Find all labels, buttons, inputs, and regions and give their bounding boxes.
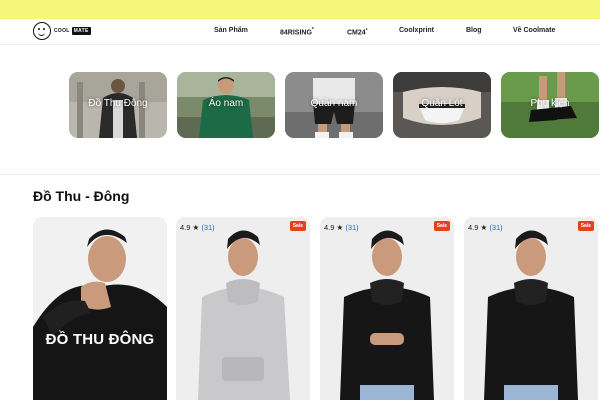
nav-item-marker: • — [365, 27, 368, 33]
product-photo — [176, 217, 310, 400]
product-rating: 4.9 ★ (31) — [180, 223, 215, 232]
review-count[interactable]: (31) — [345, 223, 358, 232]
review-count[interactable]: (31) — [201, 223, 214, 232]
coolmate-logo[interactable]: COOL MATE — [33, 22, 91, 40]
nav-item-84rising[interactable]: 84RISING* — [280, 27, 314, 36]
sale-badge: Sale — [577, 221, 594, 231]
category-tile-ao-nam[interactable]: Áo nam — [177, 72, 275, 138]
logo-wordmark: COOL MATE — [54, 27, 91, 35]
nav-item-coolxprint[interactable]: Coolxprint — [399, 27, 434, 34]
rating-value: 4.9 ★ — [324, 223, 344, 232]
nav-item-ve-coolmate[interactable]: Về Coolmate — [513, 27, 555, 34]
nav-item-cm24[interactable]: CM24• — [347, 27, 367, 36]
category-tile-phu-kien[interactable]: Phụ kiện — [501, 72, 599, 138]
nav-item-san-pham[interactable]: Sản Phẩm — [214, 27, 248, 34]
product-photo — [320, 217, 454, 400]
banner-title: ĐỒ THU ĐÔNG — [45, 331, 155, 348]
product-card[interactable]: 4.9 ★ (31) Sale — [176, 217, 310, 400]
logo-badge: MATE — [71, 27, 91, 35]
category-tile-quan-nam[interactable]: Quần nam — [285, 72, 383, 138]
product-card[interactable]: 4.9 ★ (31) Sale — [320, 217, 454, 400]
category-label: Quần Lót — [421, 98, 463, 109]
smiley-logo-icon — [33, 22, 51, 40]
product-rating: 4.9 ★ (31) — [468, 223, 503, 232]
nav-item-label: CM24 — [347, 29, 366, 37]
nav-item-blog[interactable]: Blog — [466, 27, 482, 34]
category-label: Áo nam — [208, 98, 244, 109]
logo-text: COOL — [54, 28, 70, 34]
category-label: Quần nam — [310, 98, 358, 109]
rating-value: 4.9 ★ — [468, 223, 488, 232]
announcement-bar — [0, 0, 600, 19]
category-label: Phụ kiện — [530, 98, 570, 109]
category-row: Đồ Thu Đông Áo nam Quần nam Quần Lót Phụ… — [69, 72, 599, 138]
sale-badge: Sale — [289, 221, 306, 231]
nav-item-label: 84RISING — [280, 29, 312, 37]
section-title: Đồ Thu - Đông — [33, 188, 130, 204]
product-photo — [464, 217, 598, 400]
category-tile-do-thu-dong[interactable]: Đồ Thu Đông — [69, 72, 167, 138]
nav-item-marker: * — [311, 27, 314, 33]
collection-banner[interactable] — [33, 217, 167, 400]
category-tile-quan-lot[interactable]: Quần Lót — [393, 72, 491, 138]
review-count[interactable]: (31) — [489, 223, 502, 232]
category-label: Đồ Thu Đông — [88, 98, 148, 109]
product-card[interactable]: 4.9 ★ (31) Sale — [464, 217, 598, 400]
rating-value: 4.9 ★ — [180, 223, 200, 232]
sale-badge: Sale — [433, 221, 450, 231]
product-rating: 4.9 ★ (31) — [324, 223, 359, 232]
banner-photo — [33, 217, 167, 400]
section-divider — [0, 174, 600, 175]
main-navigation: COOL MATE Sản Phẩm 84RISING* CM24• Coolx… — [0, 19, 600, 45]
